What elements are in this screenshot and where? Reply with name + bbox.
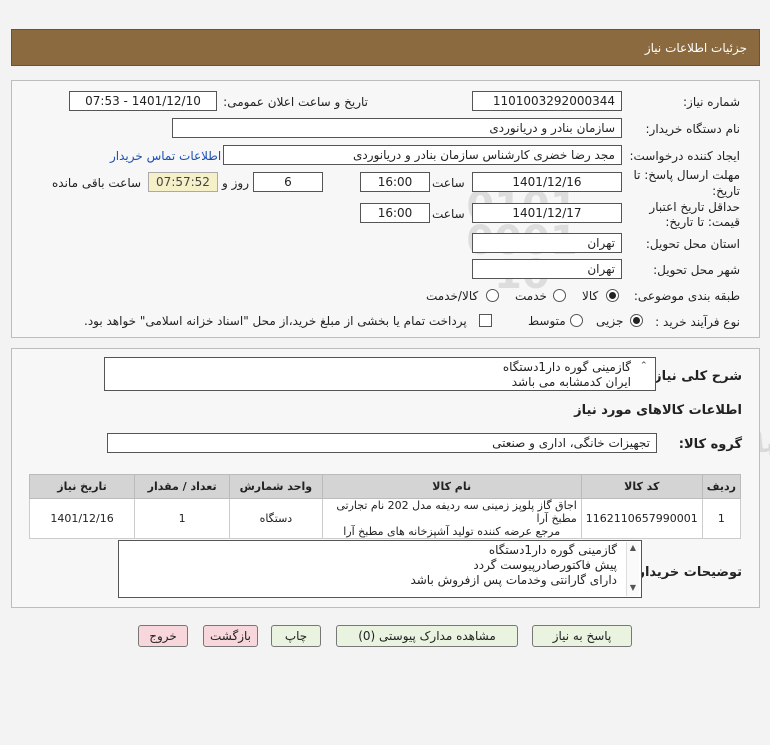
process-option-minor: جزیی	[596, 314, 624, 328]
scroll-down-icon[interactable]: ▼	[627, 582, 639, 594]
treasury-payment-note: پرداخت تمام یا بخشی از مبلغ خرید،از محل …	[84, 314, 467, 328]
process-radio-minor[interactable]	[630, 314, 643, 327]
summary-line: گازمینی گوره دار1دستگاه	[502, 360, 631, 374]
buyer-org-field: سازمان بنادر و دریانوردی	[172, 118, 622, 138]
process-radio-medium[interactable]	[570, 314, 583, 327]
process-option-medium: متوسط	[528, 314, 566, 328]
price-validity-time-label: ساعت	[432, 207, 465, 221]
city-field: تهران	[472, 259, 622, 279]
buyer-notes-line: دارای گارانتی وخدمات پس ازفروش باشد	[410, 573, 617, 587]
province-field: تهران	[472, 233, 622, 253]
col-header-code: کد کالا	[580, 474, 703, 499]
page-header: جزئیات اطلاعات نیاز	[11, 29, 760, 66]
buyer-org-label: نام دستگاه خریدار:	[645, 122, 741, 136]
category-radio-goods[interactable]	[606, 289, 619, 302]
category-label: طبقه بندی موضوعی:	[633, 289, 740, 303]
need-number-field: 1101003292000344	[472, 91, 622, 111]
need-number-label: شماره نیاز:	[683, 95, 740, 109]
buyer-notes-line: پیش فاکتورصادرپیوست گردد	[473, 558, 617, 572]
price-validity-time-field: 16:00	[360, 203, 430, 223]
province-label: استان محل تحویل:	[645, 237, 740, 251]
cell-name-line2: مرجع عرضه کننده تولید آشپزخانه های مطبخ …	[343, 525, 561, 538]
print-button[interactable]: چاپ	[271, 625, 321, 647]
category-option-goods-service: کالا/خدمت	[426, 289, 479, 303]
goods-group-field: تجهیزات خانگی، اداری و صنعتی	[107, 433, 657, 453]
col-header-name: نام کالا	[321, 474, 582, 499]
goods-section-title: اطلاعات کالاهای مورد نیاز	[574, 403, 742, 418]
response-deadline-label-1: مهلت ارسال پاسخ: تا	[633, 168, 740, 182]
response-date-field: 1401/12/16	[472, 172, 622, 192]
treasury-payment-checkbox[interactable]	[479, 314, 492, 327]
response-days-label: روز و	[222, 176, 249, 190]
summary-label: شرح کلی نیاز:	[648, 369, 742, 384]
table-row: 1 1162110657990001 اجاق گاز پلوپز زمینی …	[28, 498, 742, 539]
cell-qty: 1	[134, 498, 231, 539]
buyer-notes-scrollbar[interactable]: ▲ ▼	[626, 542, 639, 596]
goods-group-label: گروه کالا:	[678, 437, 742, 452]
resize-grip-icon[interactable]: ⌃	[640, 361, 648, 371]
city-label: شهر محل تحویل:	[653, 263, 740, 277]
buyer-notes-label: توضیحات خریدار:	[632, 565, 742, 580]
remaining-time-field: 07:57:52	[148, 172, 218, 192]
price-validity-label-1: حداقل تاریخ اعتبار	[649, 200, 740, 214]
view-documents-button[interactable]: مشاهده مدارک پیوستی (0)	[336, 625, 518, 647]
buyer-contact-link[interactable]: اطلاعات تماس خریدار	[110, 149, 221, 163]
buyer-notes-box: گازمینی گوره دار1دستگاه پیش فاکتورصادرپی…	[118, 540, 642, 598]
respond-button[interactable]: پاسخ به نیاز	[532, 625, 632, 647]
category-radio-service[interactable]	[553, 289, 566, 302]
col-header-row: ردیف	[701, 474, 742, 499]
summary-box: گازمینی گوره دار1دستگاه ایران کدمشابه می…	[104, 357, 656, 391]
announce-datetime-field: 1401/12/10 - 07:53	[69, 91, 217, 111]
category-radio-goods-service[interactable]	[486, 289, 499, 302]
process-type-label: نوع فرآیند خرید :	[655, 315, 740, 329]
col-header-unit: واحد شمارش	[229, 474, 323, 499]
table-header-row: ردیف کد کالا نام کالا واحد شمارش تعداد /…	[28, 474, 742, 499]
requester-field: مجد رضا خضری کارشناس سازمان بنادر و دریا…	[223, 145, 622, 165]
scroll-up-icon[interactable]: ▲	[627, 542, 639, 554]
cell-name-line1: اجاق گاز پلوپز زمینی سه ردیفه مدل 202 نا…	[336, 499, 577, 525]
summary-line: ایران کدمشابه می باشد	[511, 375, 631, 389]
cell-unit: دستگاه	[229, 498, 323, 539]
response-time-field: 16:00	[360, 172, 430, 192]
category-option-service: خدمت	[515, 289, 547, 303]
response-time-label: ساعت	[432, 176, 465, 190]
price-validity-label-2: قیمت: تا تاریخ:	[665, 215, 740, 229]
cell-date: 1401/12/16	[28, 498, 136, 539]
response-days-field: 6	[253, 172, 323, 192]
page-title: جزئیات اطلاعات نیاز	[644, 41, 747, 55]
category-option-goods: کالا	[582, 289, 599, 303]
col-header-qty: تعداد / مقدار	[134, 474, 231, 499]
requester-label: ایجاد کننده درخواست:	[629, 149, 740, 163]
col-header-date: تاریخ نیاز	[28, 474, 136, 499]
exit-button[interactable]: خروج	[138, 625, 188, 647]
cell-name: اجاق گاز پلوپز زمینی سه ردیفه مدل 202 نا…	[321, 498, 582, 539]
cell-row: 1	[701, 498, 742, 539]
announce-datetime-label: تاریخ و ساعت اعلان عمومی:	[223, 95, 368, 109]
response-deadline-label-2: تاریخ:	[712, 184, 740, 198]
cell-code: 1162110657990001	[580, 498, 703, 539]
buyer-notes-line: گازمینی گوره دار1دستگاه	[488, 543, 617, 557]
items-table: ردیف کد کالا نام کالا واحد شمارش تعداد /…	[28, 474, 742, 539]
back-button[interactable]: بازگشت	[203, 625, 258, 647]
remaining-time-label: ساعت باقی مانده	[52, 176, 142, 190]
price-validity-date-field: 1401/12/17	[472, 203, 622, 223]
